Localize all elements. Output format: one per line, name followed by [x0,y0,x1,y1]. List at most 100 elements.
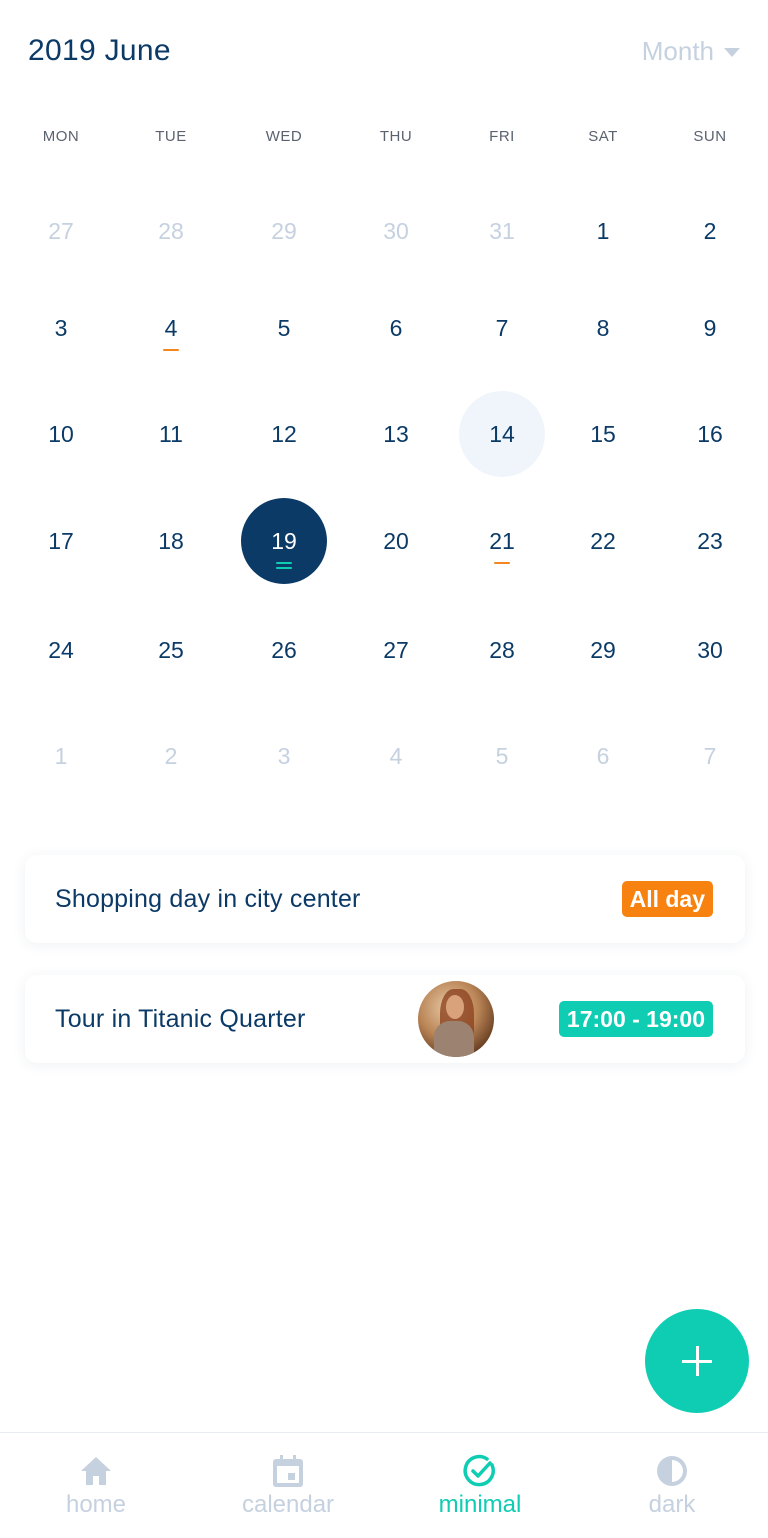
event-indicator [494,561,510,564]
weekday-header: MON TUE WED THU FRI SAT SUN [0,128,768,152]
page-title: 2019 June [28,34,171,67]
day-number: 7 [703,742,717,769]
calendar-day[interactable]: 8 [560,285,646,371]
calendar-day[interactable]: 6 [560,713,646,799]
calendar-day[interactable]: 27 [353,607,439,693]
day-number: 1 [596,217,610,244]
weekday-label: THU [379,128,413,145]
calendar-day[interactable]: 29 [560,607,646,693]
calendar-day[interactable]: 4 [128,285,214,371]
calendar-day[interactable]: 13 [353,391,439,477]
calendar-day[interactable]: 6 [353,285,439,371]
calendar-day[interactable]: 30 [667,607,753,693]
weekday-label: MON [42,128,80,145]
day-number: 9 [703,314,717,341]
day-number: 26 [271,636,297,663]
day-number: 13 [383,420,409,447]
day-number: 6 [389,314,403,341]
home-icon [78,1453,114,1489]
day-number: 29 [271,217,297,244]
nav-label: minimal [438,1491,522,1518]
calendar-day[interactable]: 2 [667,188,753,274]
avatar [418,981,494,1057]
calendar-day[interactable]: 11 [128,391,214,477]
calendar-day[interactable]: 1 [18,713,104,799]
view-mode-dropdown[interactable]: Month [642,36,740,67]
bottom-nav: home calendar minimal dark [0,1432,768,1538]
day-number: 15 [590,420,616,447]
calendar-icon [270,1453,306,1489]
event-card[interactable]: Tour in Titanic Quarter 17:00 - 19:00 [25,975,745,1063]
calendar-day[interactable]: 28 [459,607,545,693]
event-indicator [276,566,292,569]
calendar-day[interactable]: 14 [459,391,545,477]
nav-item-home[interactable]: home [0,1433,192,1538]
nav-label: home [65,1491,127,1518]
day-number: 14 [489,420,515,447]
calendar-day[interactable]: 3 [241,713,327,799]
calendar-day[interactable]: 28 [128,188,214,274]
day-number: 2 [164,742,178,769]
calendar-day[interactable]: 22 [560,498,646,584]
day-number: 20 [383,527,409,554]
event-indicator [162,348,179,351]
nav-label: dark [648,1491,696,1518]
calendar-day[interactable]: 15 [560,391,646,477]
calendar-day[interactable]: 23 [667,498,753,584]
calendar-day[interactable]: 12 [241,391,327,477]
day-number: 10 [48,420,74,447]
calendar-day[interactable]: 5 [459,713,545,799]
day-number: 4 [389,742,403,769]
day-number: 11 [159,420,183,447]
calendar-day[interactable]: 18 [128,498,214,584]
weekday-label: SAT [588,128,618,145]
calendar-day-selected[interactable]: 19 [241,498,327,584]
day-number: 5 [495,742,509,769]
calendar-day[interactable]: 9 [667,285,753,371]
day-number: 7 [495,314,509,341]
view-mode-label: Month [641,36,714,66]
weekday-label: TUE [155,128,187,145]
all-day-badge: All day [621,881,713,917]
day-number: 2 [703,217,717,244]
calendar-day[interactable]: 1 [560,188,646,274]
calendar-day[interactable]: 2 [128,713,214,799]
calendar-day[interactable]: 3 [18,285,104,371]
calendar-day[interactable]: 20 [353,498,439,584]
nav-item-dark[interactable]: dark [576,1433,768,1538]
calendar-day[interactable]: 5 [241,285,327,371]
calendar-day[interactable]: 26 [241,607,327,693]
weekday-label: FRI [489,128,515,145]
weekday-label: WED [265,128,303,145]
calendar-day[interactable]: 27 [18,188,104,274]
check-circle-icon [462,1453,498,1489]
calendar-day[interactable]: 7 [667,713,753,799]
calendar-day[interactable]: 30 [353,188,439,274]
day-number: 4 [162,315,179,351]
nav-item-calendar[interactable]: calendar [192,1433,384,1538]
day-number: 1 [54,742,68,769]
calendar-day[interactable]: 4 [353,713,439,799]
weekday-label: SUN [693,128,727,145]
day-number: 12 [271,420,297,447]
calendar-day[interactable]: 10 [18,391,104,477]
nav-item-minimal[interactable]: minimal [384,1433,576,1538]
day-number: 27 [383,636,409,663]
day-number: 16 [697,420,723,447]
add-event-button[interactable] [645,1309,749,1413]
event-card[interactable]: Shopping day in city center All day [25,855,745,943]
day-number: 30 [383,217,409,244]
calendar-day[interactable]: 17 [18,498,104,584]
calendar-day[interactable]: 25 [128,607,214,693]
calendar-day[interactable]: 29 [241,188,327,274]
header: 2019 June Month [0,0,768,110]
day-number: 28 [158,217,184,244]
day-number: 17 [48,527,74,554]
day-number: 8 [596,314,610,341]
calendar-day[interactable]: 31 [459,188,545,274]
calendar-day[interactable]: 7 [459,285,545,371]
calendar-day[interactable]: 16 [667,391,753,477]
day-number: 6 [596,742,610,769]
calendar-day[interactable]: 21 [459,498,545,584]
calendar-day[interactable]: 24 [18,607,104,693]
